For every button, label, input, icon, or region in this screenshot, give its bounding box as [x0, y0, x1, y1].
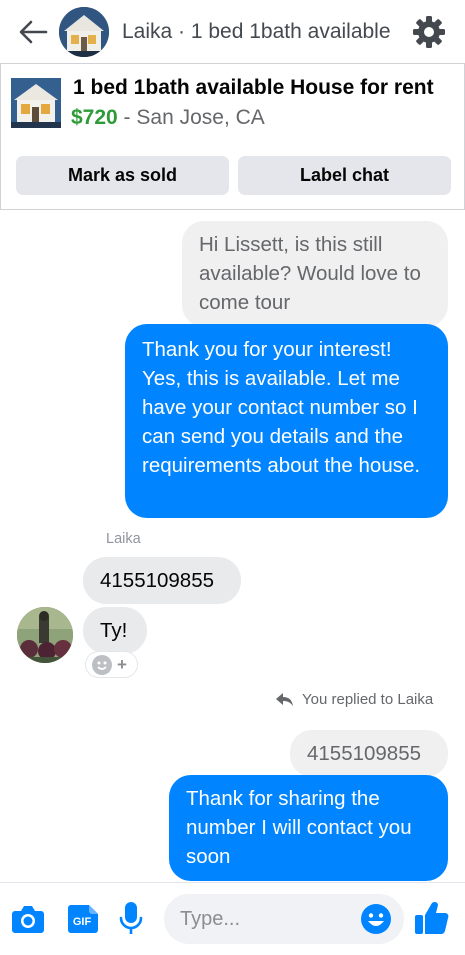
- sender-name: Laika: [106, 531, 141, 547]
- plus-icon: +: [117, 655, 127, 674]
- gif-label: GIF: [73, 916, 92, 928]
- quoted-message[interactable]: 4155109855: [290, 730, 448, 777]
- contact-avatar[interactable]: [17, 607, 73, 663]
- back-arrow-icon[interactable]: [18, 18, 48, 46]
- listing-avatar[interactable]: [59, 7, 109, 57]
- message-bubble-outgoing[interactable]: Thank you for your interest! Yes, this i…: [125, 324, 448, 518]
- smiley-icon: [92, 654, 112, 675]
- camera-icon[interactable]: [11, 904, 45, 934]
- message-bubble-outgoing[interactable]: Thank for sharing the number I will cont…: [169, 775, 448, 881]
- listing-card[interactable]: 1 bed 1bath available House for rent $72…: [0, 63, 465, 210]
- add-reaction-button[interactable]: +: [86, 652, 137, 677]
- emoji-icon[interactable]: [360, 903, 392, 935]
- reply-notice-text: You replied to Laika: [302, 691, 434, 708]
- gif-icon[interactable]: GIF: [67, 904, 99, 934]
- reply-notice: You replied to Laika: [276, 691, 433, 708]
- message-input-wrapper: [164, 894, 404, 944]
- price-separator: -: [117, 106, 137, 129]
- listing-location: San Jose, CA: [136, 106, 265, 129]
- thumbs-up-icon[interactable]: [414, 900, 450, 936]
- chat-title: Laika · 1 bed 1bath available: [122, 20, 391, 43]
- message-bubble-incoming[interactable]: 4155109855: [83, 557, 241, 604]
- listing-price-row: $720 - San Jose, CA: [71, 106, 265, 130]
- label-chat-button[interactable]: Label chat: [238, 156, 451, 195]
- gear-icon[interactable]: [411, 14, 447, 50]
- chat-header: Laika · 1 bed 1bath available: [0, 0, 465, 64]
- message-composer: GIF: [0, 882, 465, 955]
- mark-as-sold-button[interactable]: Mark as sold: [16, 156, 229, 195]
- reply-arrow-icon: [276, 692, 293, 706]
- microphone-icon[interactable]: [119, 901, 143, 937]
- message-bubble-incoming[interactable]: Ty!: [83, 607, 147, 654]
- listing-title[interactable]: 1 bed 1bath available House for rent: [73, 76, 434, 100]
- message-input[interactable]: [180, 894, 360, 944]
- listing-thumbnail[interactable]: [11, 78, 61, 128]
- message-bubble-outgoing-forwarded[interactable]: Hi Lissett, is this still available? Wou…: [182, 221, 448, 327]
- listing-price: $720: [71, 106, 118, 129]
